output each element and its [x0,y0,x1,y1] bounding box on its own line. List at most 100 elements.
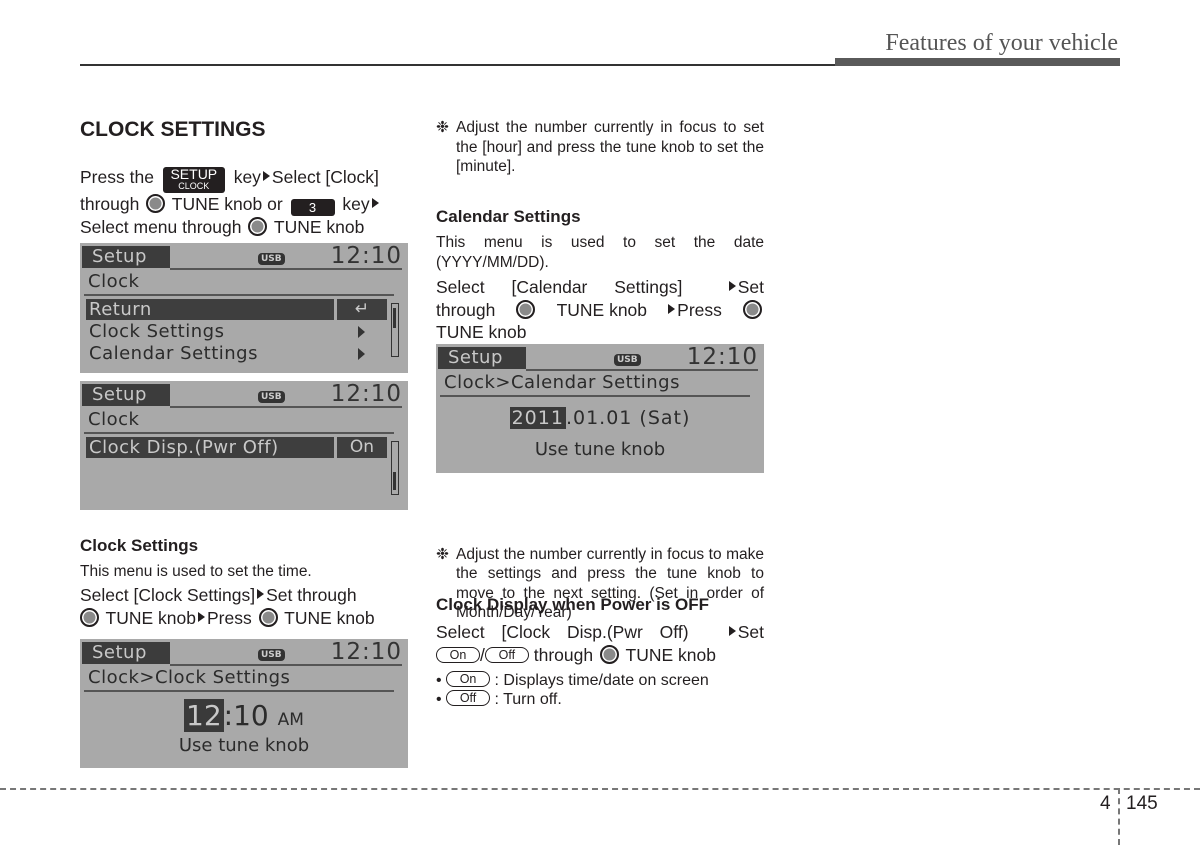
usb-icon: USB [258,391,285,403]
on-off-bullet-list: • On : Displays time/date on screen • Of… [436,671,766,709]
usb-icon: USB [614,354,641,366]
scrollbar [391,441,399,495]
setup-clock-key: SETUP CLOCK [162,167,225,193]
screen-breadcrumb: Clock>Clock Settings [88,667,291,688]
divider [440,395,750,397]
note-text: Adjust the number currently in focus to … [456,119,764,175]
menu-item-return: Return [86,299,334,320]
off-pill: Off [446,690,491,706]
text: Press the [80,167,154,187]
arrow-right-icon [371,198,379,208]
bullet-text: : Turn off. [494,691,562,708]
chapter-number: 4 [1100,793,1111,814]
hour-focus: 12 [184,699,224,732]
header-rule [80,64,835,66]
tune-knob-icon [516,300,536,320]
list-item: • On : Displays time/date on screen [436,671,709,689]
on-pill: On [446,671,491,687]
tune-knob-icon [742,300,762,320]
setup-tab: Setup [82,246,170,268]
clock-time: 12:10 [330,381,402,407]
screen-calendar-settings: Setup USB 12:10 Clock>Calendar Settings … [436,344,764,473]
clock-settings-desc: This menu is used to set the time. [80,563,312,580]
screen-breadcrumb: Clock>Calendar Settings [444,372,680,393]
text: Press [677,299,722,320]
note-hour-minute: ❉ Adjust the number currently in focus t… [436,118,764,177]
note-mark-icon: ❉ [436,119,449,136]
menu-item-calendar-settings: Calendar Settings [89,343,258,364]
year-focus: 2011 [509,407,566,429]
note-mark-icon: ❉ [436,545,449,563]
text: Select [Clock Settings] [80,585,256,605]
text: TUNE knob or [171,194,283,214]
arrow-right-icon [262,171,270,181]
setup-tab: Setup [82,642,170,664]
arrow-right-icon [728,626,736,636]
scrollbar-thumb [393,308,396,328]
text: key [233,167,261,187]
calendar-settings-heading: Calendar Settings [436,207,581,226]
time-separator: : [223,699,234,732]
minute: 10 [233,699,269,732]
hint-text: Use tune knob [534,439,666,460]
text: Set [737,277,764,297]
screen-breadcrumb: Clock [88,409,140,430]
text: through [533,644,594,665]
divider [170,406,402,408]
text: TUNE knob [273,217,365,237]
screen-clock-settings: Setup USB 12:10 Clock>Clock Settings 12:… [80,639,408,768]
section-title: Features of your vehicle [885,30,1118,56]
tune-knob-icon [248,217,268,236]
screen-clock-display-option: Setup USB 12:10 Clock Clock Disp.(Pwr Of… [80,381,408,510]
time-setting: 12:10 AM [80,699,408,732]
screen-breadcrumb: Clock [88,271,140,292]
page-number: 145 [1126,793,1158,814]
clock-display-heading: Clock Display when Power is OFF [436,595,710,614]
setup-tab: Setup [438,347,526,369]
usb-icon: USB [258,253,285,265]
text: Set through [266,585,357,605]
calendar-instructions: Select [Calendar Settings] Set through T… [436,276,764,344]
clock-time: 12:10 [686,344,758,370]
page-heading: CLOCK SETTINGS [80,118,266,141]
usb-icon: USB [258,649,285,661]
header-bar [835,58,1120,66]
calendar-desc: This menu is used to set the date (YYYY/… [436,234,764,271]
text: key [342,194,370,214]
divider [84,690,394,692]
off-pill: Off [484,646,529,663]
text: through [436,299,496,320]
key-3: 3 [290,199,335,216]
option-value: On [337,437,387,458]
hint-text: Use tune knob [178,735,310,756]
menu-item-clock-settings: Clock Settings [89,321,225,342]
screen-clock-menu: Setup USB 12:10 Clock Return ↵ Clock Set… [80,243,408,373]
divider [526,369,758,371]
return-icon: ↵ [337,299,387,320]
arrow-right-icon [198,611,205,622]
clock-display-instructions: Select [Clock Disp.(Pwr Off) Set On / Off … [436,621,764,666]
divider [170,268,402,270]
chevron-right-icon [358,348,365,360]
menu-item-clock-disp: Clock Disp.(Pwr Off) [86,437,334,458]
setup-tab: Setup [82,384,170,406]
am-pm: AM [277,710,304,730]
text: TUNE knob [105,607,196,628]
text: TUNE knob [625,644,716,665]
intro-instructions: Press the SETUP CLOCK key Select [Clock] t… [80,166,410,239]
scrollbar [391,303,399,357]
chevron-right-icon [358,326,365,338]
tune-knob-icon [146,194,166,213]
date-rest: .01.01 (Sat) [565,407,691,429]
text: Select menu through [80,217,242,237]
tune-knob-icon [80,607,99,627]
list-item: • Off : Turn off. [436,690,562,708]
arrow-right-icon [668,303,676,314]
text: Select [Calendar Settings] [436,277,683,297]
footer-divider [1118,788,1120,845]
bullet-text: : Displays time/date on screen [494,672,709,689]
on-pill: On [436,646,480,663]
clock-settings-instructions: Select [Clock Settings] Set through TUNE … [80,584,410,629]
text: TUNE knob [556,299,648,320]
text: TUNE knob [436,322,527,342]
